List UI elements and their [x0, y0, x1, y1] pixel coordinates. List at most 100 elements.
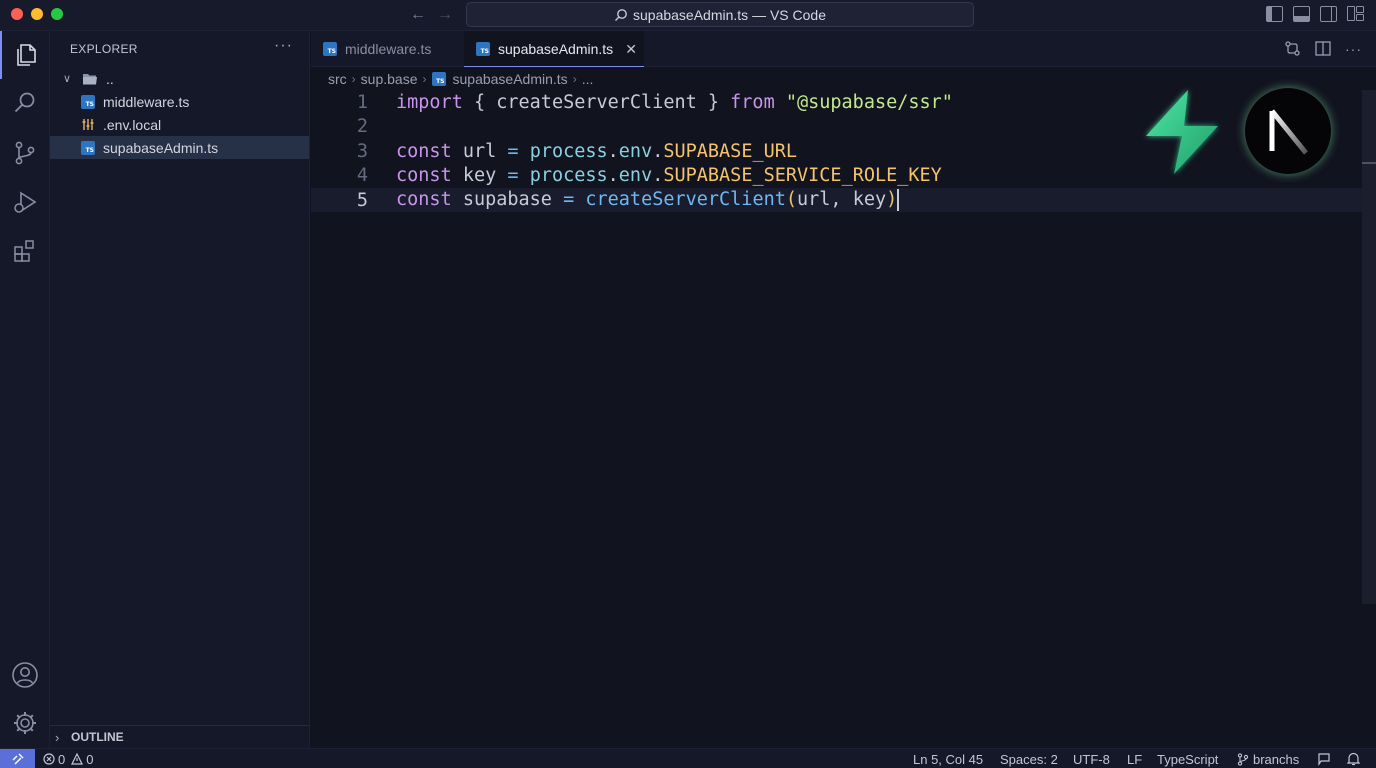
typescript-file-icon: TS: [81, 94, 95, 109]
outline-section-header[interactable]: › OUTLINE: [50, 725, 309, 748]
tree-item-supabase-admin[interactable]: TS supabaseAdmin.ts: [50, 136, 309, 159]
remote-icon: [12, 753, 23, 765]
nextjs-logo-icon: [1245, 88, 1331, 174]
source-control-activity[interactable]: [0, 129, 50, 177]
customize-layout-icon[interactable]: [1347, 6, 1364, 22]
supabase-logo-icon: [1146, 90, 1218, 174]
encoding-setting[interactable]: UTF-8: [1073, 749, 1110, 768]
code-token: (: [785, 189, 797, 210]
editor-tab-bar: TS middleware.ts TS supabaseAdmin.ts ✕ ·…: [311, 31, 1376, 67]
remote-indicator[interactable]: [0, 749, 35, 768]
code-token: supabase: [462, 189, 552, 210]
warning-count: 0: [86, 751, 94, 767]
feedback-button[interactable]: [1317, 749, 1331, 768]
open-changes-icon[interactable]: [1284, 40, 1301, 57]
tree-item-label: ..: [106, 70, 114, 87]
breadcrumb-item[interactable]: ...: [582, 71, 594, 87]
tab-middleware[interactable]: TS middleware.ts: [311, 31, 464, 67]
tree-item-label: .env.local: [103, 116, 162, 133]
tab-supabase-admin[interactable]: TS supabaseAdmin.ts ✕: [464, 31, 644, 67]
code-token: from: [730, 91, 775, 113]
branch-indicator[interactable]: branchs: [1237, 749, 1299, 768]
search-icon: [14, 92, 35, 113]
tab-label: supabaseAdmin.ts: [498, 41, 614, 57]
code-token: "@supabase/ssr": [785, 91, 953, 113]
line-number: 5: [356, 189, 368, 211]
chevron-right-icon: ›: [351, 72, 356, 86]
settings-file-icon: [81, 118, 95, 132]
notifications-button[interactable]: [1347, 749, 1360, 768]
code-token: url, key: [797, 189, 887, 210]
extensions-activity[interactable]: [0, 227, 50, 275]
cursor-position[interactable]: Ln 5, Col 45: [913, 749, 983, 768]
toggle-panel-icon[interactable]: [1293, 6, 1310, 22]
line-number: 3: [356, 140, 368, 162]
more-actions-icon[interactable]: ···: [1345, 41, 1362, 57]
scrollbar-cursor-marker: [1362, 162, 1376, 164]
line-number: 2: [356, 116, 368, 137]
manage-activity[interactable]: [0, 699, 50, 747]
language-mode[interactable]: TypeScript: [1157, 749, 1218, 768]
minimize-window-button[interactable]: [31, 8, 43, 20]
status-bar: 0 0 Ln 5, Col 45 Spaces: 2 UTF-8 LF Type…: [0, 748, 1376, 768]
tree-item-label: middleware.ts: [103, 93, 190, 110]
eol-setting[interactable]: LF: [1127, 749, 1142, 768]
activity-bar: [0, 31, 50, 748]
tree-item-middleware[interactable]: TS middleware.ts: [50, 90, 309, 113]
files-icon: [17, 44, 36, 66]
code-token: process: [529, 140, 608, 162]
account-icon: [12, 662, 38, 688]
warning-icon: [71, 753, 84, 765]
split-editor-icon[interactable]: [1315, 41, 1331, 56]
sidebar-title: EXPLORER: [70, 42, 138, 56]
indentation-setting[interactable]: Spaces: 2: [1000, 749, 1058, 768]
chevron-right-icon: ›: [422, 72, 427, 86]
forward-arrow-icon[interactable]: →: [435, 5, 455, 25]
command-center-search[interactable]: supabaseAdmin.ts — VS Code: [466, 2, 974, 27]
error-count: 0: [58, 751, 66, 767]
line-number: 4: [356, 165, 368, 186]
tree-item-env-local[interactable]: .env.local: [50, 113, 309, 136]
source-control-icon: [15, 141, 35, 165]
more-actions-icon[interactable]: ···: [274, 37, 293, 55]
search-activity[interactable]: [0, 79, 50, 127]
outline-title: OUTLINE: [71, 730, 124, 744]
run-debug-activity[interactable]: [0, 178, 50, 226]
typescript-file-icon: TS: [81, 140, 95, 155]
gear-icon: [14, 712, 36, 734]
breadcrumb-item[interactable]: supabaseAdmin.ts: [453, 71, 568, 87]
code-token: env: [618, 140, 653, 162]
code-token: =: [563, 189, 575, 210]
breadcrumb-item[interactable]: src: [328, 71, 347, 87]
line-number: 1: [356, 91, 368, 113]
editor-scrollbar[interactable]: [1362, 90, 1376, 604]
code-token: SUPABASE_SERVICE_ROLE_KEY: [663, 165, 942, 186]
maximize-window-button[interactable]: [51, 8, 63, 20]
tree-item-parent-folder[interactable]: ∨ ..: [50, 67, 309, 90]
breadcrumb-item[interactable]: sup.base: [361, 71, 418, 87]
explorer-activity[interactable]: [0, 31, 50, 79]
toggle-secondary-sidebar-icon[interactable]: [1320, 6, 1337, 22]
code-token: }: [707, 91, 720, 113]
close-icon[interactable]: ✕: [625, 41, 637, 58]
feedback-icon: [1318, 752, 1330, 766]
code-token: import: [396, 91, 463, 113]
back-arrow-icon[interactable]: ←: [408, 5, 428, 25]
error-icon: [43, 753, 55, 765]
code-token: {: [473, 91, 486, 113]
branch-name: branchs: [1253, 751, 1300, 767]
chevron-right-icon: ›: [55, 729, 60, 745]
code-token: const: [396, 189, 452, 210]
toggle-primary-sidebar-icon[interactable]: [1266, 6, 1283, 22]
code-token: key: [462, 165, 497, 186]
breadcrumb: src › sup.base › TS supabaseAdmin.ts › .…: [328, 70, 593, 88]
code-token: process: [529, 165, 608, 186]
accounts-activity[interactable]: [0, 651, 50, 699]
bell-icon: [1347, 752, 1360, 766]
code-token: SUPABASE_URL: [663, 140, 798, 162]
tree-item-label: supabaseAdmin.ts: [103, 139, 219, 156]
code-token: ): [886, 189, 898, 210]
window-title: supabaseAdmin.ts — VS Code: [633, 6, 826, 23]
close-window-button[interactable]: [11, 8, 23, 20]
problems-indicator[interactable]: 0 0: [43, 749, 93, 768]
